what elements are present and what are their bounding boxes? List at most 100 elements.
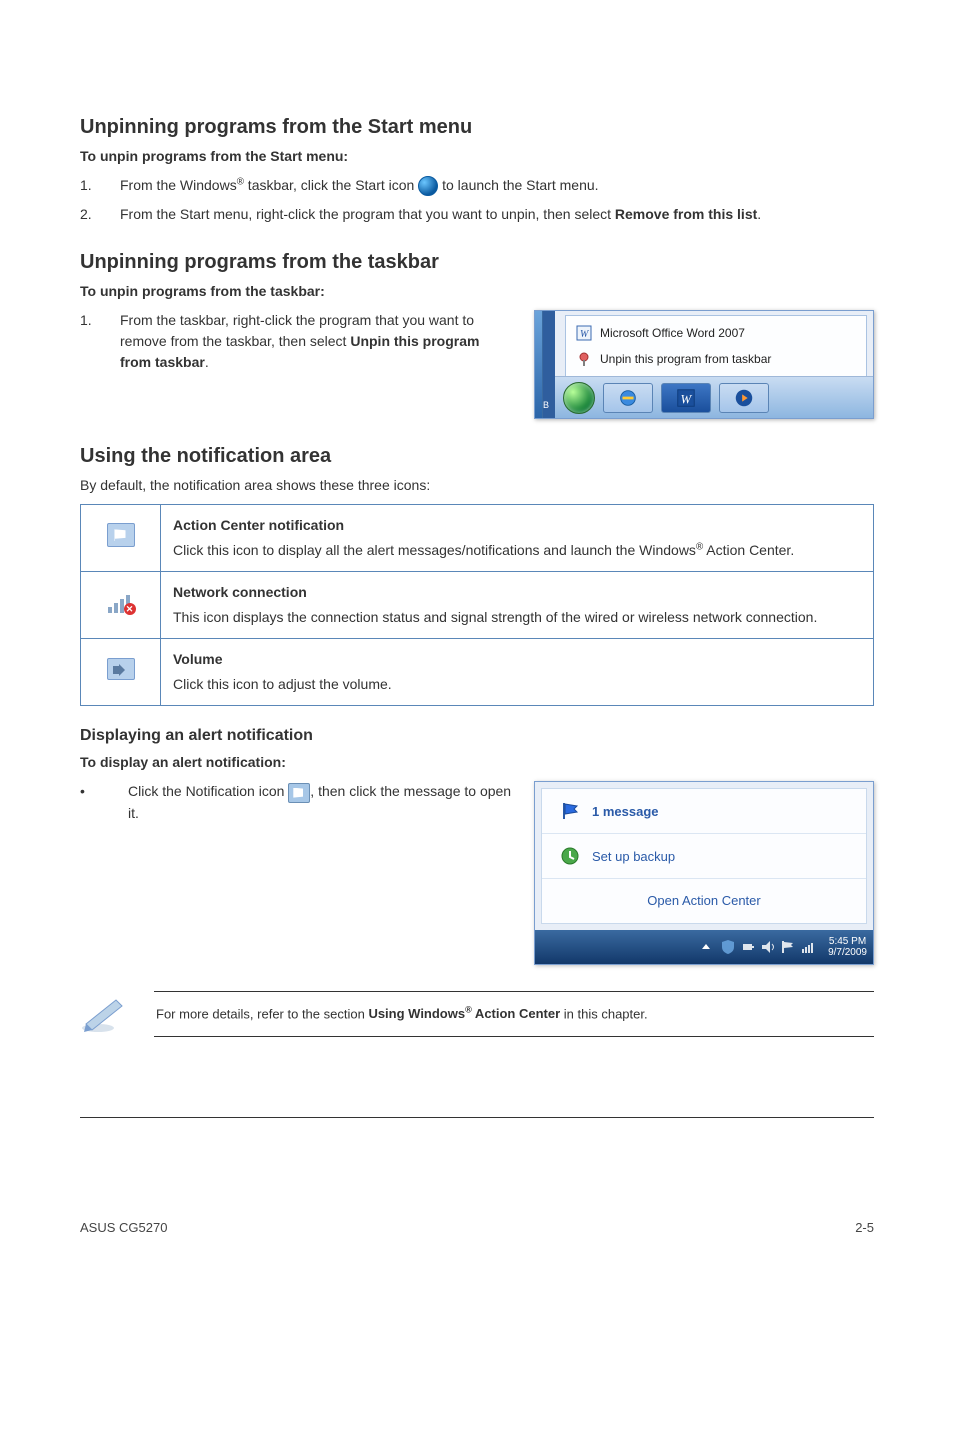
jumplist-side-tab: B: [543, 311, 555, 418]
icon-cell: [81, 639, 161, 706]
network-icon: ✕: [108, 591, 134, 613]
jumplist-item-word[interactable]: W Microsoft Office Word 2007: [566, 320, 866, 346]
word-icon: W: [576, 325, 592, 341]
jumplist-edge: [535, 311, 543, 418]
step-text: From the Start menu, right-click the pro…: [120, 204, 874, 225]
left-column: 1. From the taskbar, right-click the pro…: [80, 310, 514, 391]
taskbar-button-word[interactable]: W: [661, 383, 711, 413]
alert-open-text: Open Action Center: [647, 891, 760, 911]
cell-body: Click this icon to display all the alert…: [173, 540, 861, 561]
backup-icon: [560, 846, 580, 866]
jumplist-mock: B W Microsoft Office Word 2007: [534, 310, 874, 419]
bold-text: Remove from this list: [615, 206, 757, 222]
left-column: • Click the Notification icon , then cli…: [80, 781, 514, 823]
start-orb-icon: [418, 176, 438, 196]
cell-title: Volume: [173, 649, 861, 670]
alert-row-backup[interactable]: Set up backup: [542, 834, 866, 879]
cell-title: Action Center notification: [173, 515, 861, 536]
tray-flag-icon: [780, 939, 796, 955]
note-text: For more details, refer to the section U…: [154, 991, 874, 1037]
text: Action Center.: [703, 542, 794, 558]
heading-display-alert: Displaying an alert notification: [80, 724, 874, 748]
word-icon: W: [675, 387, 697, 409]
jumplist-item-label: Unpin this program from taskbar: [600, 350, 771, 368]
heading-unpin-taskbar: Unpinning programs from the taskbar: [80, 247, 874, 277]
tray-network-icon: [800, 939, 816, 955]
two-column-layout: • Click the Notification icon , then cli…: [80, 781, 874, 965]
text: .: [757, 206, 761, 222]
start-orb-icon[interactable]: [563, 382, 595, 414]
text: Click this icon to display all the alert…: [173, 542, 696, 558]
desc-cell: Network connection This icon displays th…: [161, 572, 874, 639]
tray-shield-icon: [720, 939, 736, 955]
tray-time: 5:45 PM: [828, 936, 867, 947]
step-2: 2. From the Start menu, right-click the …: [80, 204, 874, 225]
desc-cell: Action Center notification Click this ic…: [161, 505, 874, 572]
taskbar-mock: W: [555, 376, 873, 418]
media-player-icon: [733, 387, 755, 409]
cell-body: This icon displays the connection status…: [173, 607, 861, 628]
heading-unpin-start: Unpinning programs from the Start menu: [80, 112, 874, 142]
alert-message-text: 1 message: [592, 802, 659, 822]
sub-unpin-start: To unpin programs from the Start menu:: [80, 146, 874, 167]
intro-text: By default, the notification area shows …: [80, 475, 874, 496]
bullet-text: Click the Notification icon , then click…: [128, 781, 514, 823]
text: in this chapter.: [560, 1006, 647, 1021]
jumplist-item-unpin[interactable]: Unpin this program from taskbar: [566, 346, 866, 372]
list-item: • Click the Notification icon , then cli…: [80, 781, 514, 823]
right-column: 1 message Set up backup Open Action Cent…: [534, 781, 874, 965]
jumplist-menu: W Microsoft Office Word 2007 Unpin this …: [565, 315, 867, 376]
pencil-icon: [80, 994, 128, 1034]
icon-cell: ✕: [81, 572, 161, 639]
svg-text:W: W: [681, 392, 693, 406]
step-1: 1. From the Windows® taskbar, click the …: [80, 175, 874, 196]
icon-cell: [81, 505, 161, 572]
table-row: ✕ Network connection This icon displays …: [81, 572, 874, 639]
bold-text: Using Windows: [368, 1006, 465, 1021]
flag-icon: [560, 801, 580, 821]
footer-left: ASUS CG5270: [80, 1218, 167, 1238]
step-number: 1.: [80, 175, 120, 196]
steps-unpin-taskbar: 1. From the taskbar, right-click the pro…: [80, 310, 514, 373]
steps-unpin-start: 1. From the Windows® taskbar, click the …: [80, 175, 874, 225]
sub-unpin-taskbar: To unpin programs from the taskbar:: [80, 281, 874, 302]
note-block: For more details, refer to the section U…: [80, 991, 874, 1037]
unpin-icon: [576, 351, 592, 367]
page-footer: ASUS CG5270 2-5: [80, 1218, 874, 1238]
alert-backup-text: Set up backup: [592, 847, 675, 867]
reg-mark: ®: [465, 1005, 472, 1015]
notification-flag-icon: [288, 783, 310, 803]
footer-right: 2-5: [855, 1218, 874, 1238]
step-number: 2.: [80, 204, 120, 225]
text: For more details, refer to the section: [156, 1006, 368, 1021]
bullet-dot: •: [80, 781, 108, 823]
tray-expand-icon[interactable]: [702, 944, 710, 949]
tray-volume-icon: [760, 939, 776, 955]
text: From the Start menu, right-click the pro…: [120, 206, 615, 222]
right-column: B W Microsoft Office Word 2007: [534, 310, 874, 419]
tray-power-icon: [740, 939, 756, 955]
alert-row-open[interactable]: Open Action Center: [542, 879, 866, 923]
taskbar-button-media[interactable]: [719, 383, 769, 413]
step-text: From the Windows® taskbar, click the Sta…: [120, 175, 874, 196]
sub-display-alert: To display an alert notification:: [80, 752, 874, 773]
text: From the Windows: [120, 177, 237, 193]
action-center-icon: [107, 523, 135, 547]
heading-notification-area: Using the notification area: [80, 441, 874, 471]
table-row: Action Center notification Click this ic…: [81, 505, 874, 572]
notification-table: Action Center notification Click this ic…: [80, 504, 874, 706]
bold-text: Action Center: [472, 1006, 560, 1021]
ie-icon: [617, 387, 639, 409]
footer-rule: [80, 1117, 874, 1118]
system-tray-mock: 5:45 PM 9/7/2009: [535, 930, 873, 964]
bullet-list: • Click the Notification icon , then cli…: [80, 781, 514, 823]
text: to launch the Start menu.: [442, 177, 598, 193]
desc-cell: Volume Click this icon to adjust the vol…: [161, 639, 874, 706]
table-row: Volume Click this icon to adjust the vol…: [81, 639, 874, 706]
cell-body: Click this icon to adjust the volume.: [173, 674, 861, 695]
alert-row-message[interactable]: 1 message: [542, 789, 866, 834]
text: Click the Notification icon: [128, 783, 288, 799]
tray-date: 9/7/2009: [828, 947, 867, 958]
taskbar-button-ie[interactable]: [603, 383, 653, 413]
jumplist-item-label: Microsoft Office Word 2007: [600, 324, 745, 342]
